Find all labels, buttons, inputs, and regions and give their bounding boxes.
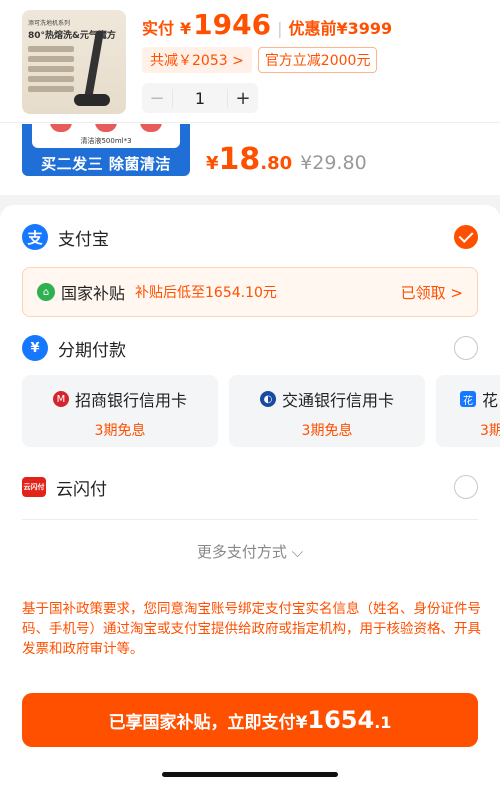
payment-option-installment[interactable]: ¥ 分期付款: [22, 333, 478, 363]
thumb-feature-bar: [28, 86, 74, 92]
actual-pay-label: 实付: [142, 19, 175, 38]
pay-now-label: 已享国家补贴，立即支付: [108, 713, 296, 733]
installment-cards: M 招商银行信用卡 3期免息 ◐ 交通银行信用卡 3期免息 花 花 3期: [22, 375, 500, 447]
increase-button[interactable]: +: [228, 88, 258, 109]
quantity-stepper[interactable]: − 1 +: [142, 83, 258, 113]
card-installment-note: 3期: [480, 423, 500, 439]
bottle-icon: [50, 124, 72, 132]
bocom-bank-icon: ◐: [259, 391, 276, 407]
installment-radio[interactable]: [454, 336, 478, 360]
before-discount-label: 优惠前: [288, 19, 337, 38]
pay-now-amount-int: 1654: [307, 706, 375, 734]
thumb-feature-bar: [28, 56, 74, 62]
currency-symbol: ¥: [180, 19, 192, 38]
home-indicator: [162, 772, 338, 777]
unionpay-icon: 云闪付: [22, 477, 46, 497]
more-payment-methods-link[interactable]: 更多支付方式 ⌵: [0, 541, 500, 562]
decrease-button[interactable]: −: [142, 88, 172, 109]
card-name: 交通银行信用卡: [281, 391, 394, 410]
price-row: 实付 ¥ 1946 | 优惠前 ¥3999: [142, 8, 392, 41]
installment-icon: ¥: [22, 335, 48, 361]
subsidy-desc: 补贴后低至1654.10元: [135, 285, 277, 301]
pay-now-amount-dec: .1: [374, 713, 392, 732]
card-option-huabei[interactable]: 花 花 3期: [436, 375, 500, 447]
divider: [0, 122, 500, 123]
pay-now-button[interactable]: 已享国家补贴，立即支付 ¥ 1654 .1: [22, 693, 478, 747]
installment-label: 分期付款: [58, 340, 126, 361]
quantity-value[interactable]: 1: [172, 88, 228, 108]
subsidy-icon: ⌂: [37, 283, 55, 301]
thumb-feature-bar: [28, 46, 74, 52]
thumb-badge: 添可洗地机系列: [28, 20, 71, 27]
addon-price: ¥ 18 .80 ¥29.80: [206, 142, 367, 177]
payment-option-unionpay[interactable]: 云闪付 云闪付: [22, 472, 478, 502]
alipay-icon: 支: [22, 224, 48, 250]
pay-now-currency: ¥: [295, 713, 308, 733]
card-installment-note: 3期免息: [301, 423, 353, 439]
addon-promo-image[interactable]: 清洁液500ml*3 买二发三 除菌清洁: [22, 124, 190, 176]
unionpay-label: 云闪付: [56, 479, 107, 500]
bottle-icon: [95, 124, 117, 132]
promo-label: 买二发三 除菌清洁: [41, 155, 171, 173]
alipay-radio-checked[interactable]: [454, 225, 478, 249]
official-discount-tag: 官方立减2000元: [257, 47, 378, 73]
card-option-cmb[interactable]: M 招商银行信用卡 3期免息: [22, 375, 218, 447]
product-card: 添可洗地机系列 80°热熔洗&元气魔方 实付 ¥ 1946 | 优惠前 ¥399…: [0, 0, 500, 195]
unionpay-radio[interactable]: [454, 475, 478, 499]
card-name: 招商银行信用卡: [74, 391, 187, 410]
subsidy-title: 国家补贴: [61, 284, 126, 303]
product-thumbnail[interactable]: 添可洗地机系列 80°热熔洗&元气魔方: [22, 10, 126, 114]
thumb-feature-bar: [28, 66, 74, 72]
subsidy-consent-notice: 基于国补政策要求，您同意淘宝账号绑定支付宝实名信息（姓名、身份证件号码、手机号）…: [22, 601, 481, 657]
addon-original-price: ¥29.80: [300, 152, 367, 174]
before-discount-amount: ¥3999: [336, 19, 393, 38]
card-option-bocom[interactable]: ◐ 交通银行信用卡 3期免息: [229, 375, 425, 447]
discount-tags: 共减￥2053 > 官方立减2000元: [142, 47, 378, 73]
cmb-bank-icon: M: [52, 391, 69, 407]
national-subsidy-banner[interactable]: ⌂ 国家补贴 补贴后低至1654.10元 已领取 >: [22, 267, 478, 317]
bottle-icon: [140, 124, 162, 132]
addon-price-dec: .80: [260, 153, 293, 174]
addon-price-int: 18: [218, 142, 261, 177]
payment-option-alipay[interactable]: 支 支付宝: [22, 222, 478, 252]
promo-product-strip: 清洁液500ml*3: [32, 124, 180, 148]
subsidy-claimed-link[interactable]: 已领取 >: [401, 282, 463, 303]
addon-currency: ¥: [206, 153, 219, 174]
huabei-icon: 花: [460, 391, 476, 407]
card-installment-note: 3期免息: [94, 423, 146, 439]
alipay-label: 支付宝: [58, 229, 109, 250]
payment-methods-panel: 支 支付宝 ⌂ 国家补贴 补贴后低至1654.10元 已领取 > ¥ 分期付款 …: [0, 205, 500, 790]
total-discount-tag[interactable]: 共减￥2053 >: [142, 47, 252, 73]
card-name: 花: [482, 391, 499, 410]
thumb-feature-bar: [28, 76, 74, 82]
price-separator: |: [277, 19, 283, 38]
divider: [22, 519, 478, 520]
promo-caption: 清洁液500ml*3: [80, 137, 132, 145]
actual-pay-amount: 1946: [193, 8, 272, 41]
mop-head-illustration: [74, 94, 110, 106]
